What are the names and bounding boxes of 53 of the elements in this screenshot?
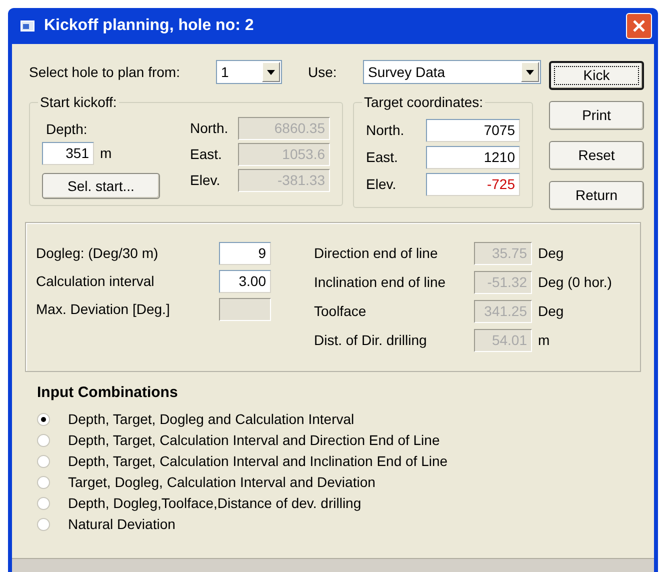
option-label[interactable]: Depth, Target, Calculation Interval and Inclination End of Line — [68, 450, 448, 472]
close-icon — [632, 19, 646, 33]
dialog-button[interactable]: Reset — [549, 141, 644, 170]
field-label: Calculation interval — [36, 272, 156, 291]
radio-button[interactable] — [37, 496, 50, 510]
radio-button[interactable] — [37, 518, 50, 530]
window-title: Kickoff planning, hole no: 2 — [44, 16, 255, 36]
field-label: Select hole to plan from: — [29, 62, 181, 82]
text-field[interactable]: -725 — [426, 173, 520, 196]
radio-button[interactable] — [37, 434, 50, 446]
option-label[interactable]: Depth, Dogleg,Toolface,Distance of dev. drilling — [68, 492, 362, 514]
select-start-button[interactable]: Sel. start... — [42, 173, 160, 199]
radio-button[interactable] — [37, 454, 50, 468]
dropdown[interactable]: Survey Data — [363, 60, 541, 84]
radio-button[interactable] — [37, 412, 50, 426]
field-label: Elev. — [366, 175, 398, 194]
option-label[interactable]: Depth, Target, Dogleg and Calculation Interval — [68, 408, 354, 430]
field-label: Dist. of Dir. drilling — [314, 331, 428, 350]
group-title: Start kickoff: — [39, 93, 118, 112]
dialog-button[interactable]: Return — [549, 181, 644, 210]
field-label: Dogleg: (Deg/30 m) — [36, 244, 160, 263]
dialog-button[interactable]: Print — [549, 101, 644, 130]
window-icon — [20, 19, 36, 33]
field-label: Inclination end of line — [314, 273, 447, 292]
text-field[interactable]: 9 — [219, 242, 271, 265]
field-label: Use: — [308, 62, 338, 82]
unit-label: m — [100, 144, 112, 163]
text-field[interactable]: 1210 — [426, 146, 520, 169]
field-label: Depth: — [46, 120, 88, 139]
unit-label: Deg — [538, 244, 564, 263]
group-title: Target coordinates: — [363, 93, 484, 112]
field-label: North. — [190, 119, 230, 138]
option-label[interactable]: Natural Deviation — [68, 514, 176, 534]
dropdown[interactable]: 1 — [216, 60, 282, 84]
field-label: North. — [366, 121, 406, 140]
text-field[interactable]: 351 — [42, 142, 94, 165]
unit-label: m — [538, 331, 550, 350]
unit-label: Deg (0 hor.) — [538, 273, 612, 292]
field-label: East. — [366, 148, 399, 167]
text-field[interactable]: 7075 — [426, 119, 520, 142]
option-label[interactable]: Depth, Target, Calculation Interval and Direction End of Line — [68, 430, 440, 450]
field-label: East. — [190, 145, 223, 164]
field-label: Direction end of line — [314, 244, 439, 263]
option-label[interactable]: Target, Dogleg, Calculation Interval and Deviation — [68, 472, 376, 492]
field-label: Elev. — [190, 171, 222, 190]
section-title: Input Combinations — [37, 383, 179, 403]
dialog-button[interactable]: Kick — [549, 61, 644, 90]
field-label: Toolface — [314, 302, 368, 321]
close-button[interactable] — [626, 13, 652, 39]
text-field[interactable]: 3.00 — [219, 270, 271, 293]
field-label: Max. Deviation [Deg.] — [36, 300, 171, 319]
radio-button[interactable] — [37, 476, 50, 488]
unit-label: Deg — [538, 302, 564, 321]
